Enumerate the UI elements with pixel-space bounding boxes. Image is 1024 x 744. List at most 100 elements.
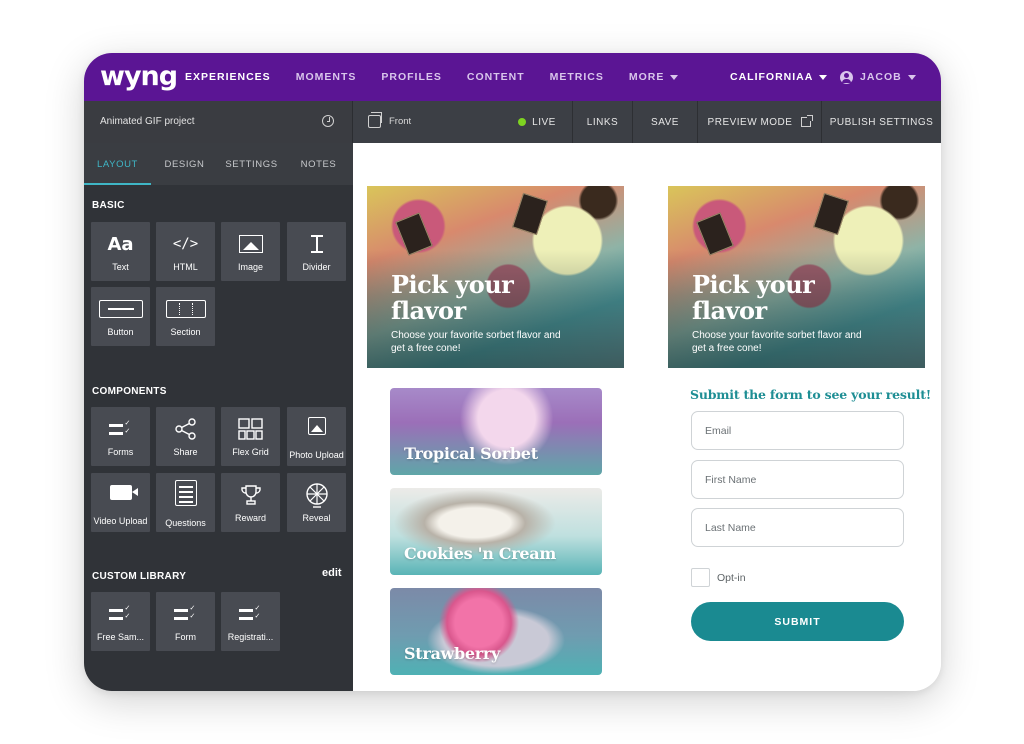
- tile-label: Questions: [165, 518, 206, 528]
- divider-block-tile[interactable]: Divider: [287, 222, 346, 281]
- project-name: Animated GIF project: [100, 116, 195, 127]
- flavor-name: Tropical Sorbet: [404, 444, 538, 463]
- nav-metrics[interactable]: METRICS: [550, 71, 604, 83]
- hero-banner-left[interactable]: Pick your flavor Choose your favorite so…: [367, 186, 624, 368]
- optin-label: Opt-in: [717, 572, 746, 584]
- flex-grid-component-tile[interactable]: Flex Grid: [221, 407, 280, 466]
- project-bar: Animated GIF project: [84, 101, 353, 143]
- links-button[interactable]: LINKS: [572, 101, 632, 143]
- custom-form-tile[interactable]: Form: [156, 592, 215, 651]
- last-name-field[interactable]: Last Name: [691, 508, 904, 547]
- history-icon[interactable]: [322, 115, 334, 127]
- tile-label: Form: [175, 632, 196, 642]
- tile-label: Forms: [107, 447, 134, 457]
- tile-label: Photo Upload: [289, 450, 344, 460]
- preview-label: PREVIEW MODE: [707, 116, 793, 128]
- tile-label: Registrati...: [227, 632, 274, 642]
- external-link-icon: [801, 115, 814, 127]
- editor-toolbar: Animated GIF project Front LIVE LINKS SA…: [84, 101, 941, 143]
- trophy-icon: [221, 484, 280, 506]
- forms-icon: [108, 420, 133, 436]
- forms-icon: [238, 605, 263, 621]
- optin-checkbox[interactable]: [691, 568, 710, 587]
- live-status[interactable]: LIVE: [502, 101, 572, 143]
- image-block-tile[interactable]: Image: [221, 222, 280, 281]
- live-label: LIVE: [532, 116, 556, 128]
- email-field[interactable]: Email: [691, 411, 904, 450]
- hero-title: Pick your flavor: [692, 270, 815, 325]
- user-name: JACOB: [860, 71, 902, 83]
- flavor-card-tropical-sorbet[interactable]: Tropical Sorbet: [390, 388, 602, 475]
- custom-library-edit-link[interactable]: edit: [322, 567, 342, 579]
- app-window: wyng EXPERIENCES MOMENTS PROFILES CONTEN…: [84, 53, 941, 691]
- tile-label: Divider: [302, 262, 331, 272]
- nav-content[interactable]: CONTENT: [467, 71, 525, 83]
- reveal-component-tile[interactable]: Reveal: [287, 473, 346, 532]
- flavor-card-strawberry[interactable]: Strawberry: [390, 588, 602, 675]
- pages-icon: [368, 112, 382, 128]
- video-upload-icon: [109, 484, 138, 500]
- sidebar: LAYOUT DESIGN SETTINGS NOTES BASIC Aa Te…: [84, 143, 353, 691]
- first-name-field[interactable]: First Name: [691, 460, 904, 499]
- section-block-tile[interactable]: Section: [156, 287, 215, 346]
- hero-title: Pick your flavor: [391, 270, 514, 325]
- grid-icon: [221, 418, 280, 440]
- tile-label: Section: [170, 327, 201, 337]
- region-label: CALIFORNIAA: [730, 71, 814, 83]
- hero-subtitle: Choose your favorite sorbet flavor and g…: [692, 330, 862, 354]
- text-icon: Aa: [107, 233, 134, 255]
- reward-component-tile[interactable]: Reward: [221, 473, 280, 532]
- forms-icon: [173, 605, 198, 621]
- experience-canvas: Pick your flavor Choose your favorite so…: [353, 143, 941, 691]
- html-block-tile[interactable]: </> HTML: [156, 222, 215, 281]
- forms-component-tile[interactable]: Forms: [91, 407, 150, 466]
- section-icon: [165, 300, 206, 318]
- tile-label: Button: [107, 327, 134, 337]
- tile-label: Share: [173, 447, 198, 457]
- image-icon: [238, 235, 263, 253]
- tab-layout[interactable]: LAYOUT: [84, 143, 151, 185]
- tab-design[interactable]: DESIGN: [151, 143, 218, 185]
- tile-label: Reveal: [302, 513, 331, 523]
- preview-mode-button[interactable]: PREVIEW MODE: [697, 101, 821, 143]
- button-block-tile[interactable]: Button: [91, 287, 150, 346]
- view-selector[interactable]: Front: [368, 112, 411, 128]
- basic-section-title: BASIC: [92, 200, 125, 211]
- code-icon: </>: [172, 236, 199, 252]
- save-button[interactable]: SAVE: [632, 101, 697, 143]
- nav-more-label: MORE: [628, 71, 665, 83]
- tile-label: Free Sam...: [96, 632, 144, 642]
- user-menu[interactable]: JACOB: [840, 53, 916, 101]
- components-section-title: COMPONENTS: [92, 386, 167, 397]
- hero-banner-right[interactable]: Pick your flavor Choose your favorite so…: [668, 186, 925, 368]
- custom-free-sample-tile[interactable]: Free Sam...: [91, 592, 150, 651]
- publish-settings-button[interactable]: PUBLISH SETTINGS: [821, 101, 941, 143]
- live-dot-icon: [518, 118, 527, 126]
- video-upload-component-tile[interactable]: Video Upload: [91, 473, 150, 532]
- divider-icon: [310, 235, 323, 253]
- share-component-tile[interactable]: Share: [156, 407, 215, 466]
- tile-label: Image: [237, 262, 263, 272]
- wheel-icon: [287, 483, 346, 508]
- photo-upload-component-tile[interactable]: Photo Upload: [287, 407, 346, 466]
- flavor-card-cookies-n-cream[interactable]: Cookies 'n Cream: [390, 488, 602, 575]
- tab-settings[interactable]: SETTINGS: [218, 143, 285, 185]
- chevron-down-icon: [819, 74, 828, 80]
- hero-subtitle: Choose your favorite sorbet flavor and g…: [391, 330, 561, 354]
- nav-moments[interactable]: MOMENTS: [296, 71, 357, 83]
- form-title: Submit the form to see your result!: [690, 387, 932, 402]
- submit-button[interactable]: SUBMIT: [691, 602, 904, 641]
- top-nav: wyng EXPERIENCES MOMENTS PROFILES CONTEN…: [84, 53, 941, 101]
- questions-icon: [174, 480, 197, 506]
- tile-label: Text: [112, 262, 129, 272]
- nav-more[interactable]: MORE: [629, 71, 679, 83]
- wyng-logo[interactable]: wyng: [100, 61, 178, 92]
- text-block-tile[interactable]: Aa Text: [91, 222, 150, 281]
- questions-component-tile[interactable]: Questions: [156, 473, 215, 532]
- tab-notes[interactable]: NOTES: [285, 143, 352, 185]
- nav-profiles[interactable]: PROFILES: [381, 71, 442, 83]
- share-icon: [156, 418, 215, 440]
- nav-experiences[interactable]: EXPERIENCES: [185, 71, 271, 83]
- custom-registration-tile[interactable]: Registrati...: [221, 592, 280, 651]
- region-dropdown[interactable]: CALIFORNIAA: [730, 53, 828, 101]
